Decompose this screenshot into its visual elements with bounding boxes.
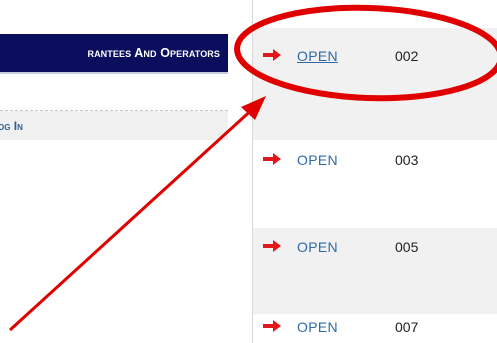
table-row: OPEN 007: [253, 314, 497, 343]
table-row: OPEN 003: [253, 140, 497, 228]
row-number: 007: [395, 319, 419, 335]
table-row: OPEN 005: [253, 228, 497, 314]
right-arrow-icon: [263, 320, 281, 332]
nav-header-label: rantees And Operators: [87, 46, 220, 60]
left-panel: rantees And Operators og In: [0, 0, 228, 140]
table-row: OPEN 002: [253, 28, 497, 140]
nav-header-grantees-operators[interactable]: rantees And Operators: [0, 34, 228, 74]
row-number: 003: [395, 152, 419, 168]
login-link[interactable]: og In: [0, 119, 23, 133]
open-link-002[interactable]: OPEN: [297, 48, 338, 64]
login-row: og In: [0, 111, 228, 140]
open-link-007[interactable]: OPEN: [297, 319, 338, 335]
open-link-005[interactable]: OPEN: [297, 239, 338, 255]
right-arrow-icon: [263, 240, 281, 252]
row-number: 002: [395, 48, 419, 64]
right-arrow-icon: [263, 49, 281, 61]
table-row-top: [253, 0, 497, 28]
right-arrow-icon: [263, 153, 281, 165]
results-table: OPEN 002 OPEN 003 OPEN 005 OPEN 007: [252, 0, 497, 343]
open-link-003[interactable]: OPEN: [297, 152, 338, 168]
row-number: 005: [395, 239, 419, 255]
